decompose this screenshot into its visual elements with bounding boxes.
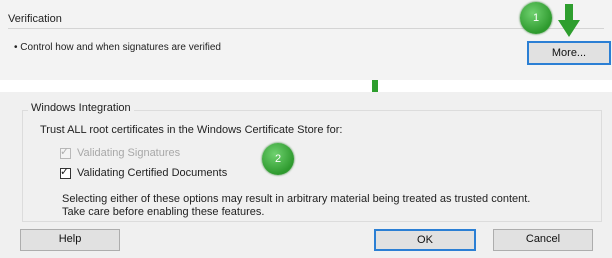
more-button[interactable]: More... <box>527 41 611 65</box>
windows-integration-title: Windows Integration <box>28 102 134 114</box>
warning-text: Selecting either of these options may re… <box>62 193 582 219</box>
validating-signatures-label: Validating Signatures <box>77 147 181 159</box>
validating-signatures-checkbox[interactable]: ✓ <box>60 145 71 159</box>
verification-title: Verification <box>8 13 62 25</box>
down-arrow-icon <box>558 4 580 37</box>
ok-button[interactable]: OK <box>374 229 476 251</box>
verification-description: • Control how and when signatures are ve… <box>14 42 221 53</box>
cancel-button[interactable]: Cancel <box>493 229 593 251</box>
check-icon: ✓ <box>60 165 70 178</box>
warning-line-1: Selecting either of these options may re… <box>62 193 531 205</box>
validating-certified-documents-checkbox[interactable]: ✓ <box>60 165 71 179</box>
trust-instruction: Trust ALL root certificates in the Windo… <box>40 124 343 136</box>
validating-certified-documents-option[interactable]: ✓ Validating Certified Documents <box>60 165 228 179</box>
step-1-badge: 1 <box>520 2 552 34</box>
help-button[interactable]: Help <box>20 229 120 251</box>
validating-certified-documents-label: Validating Certified Documents <box>77 167 228 179</box>
check-icon: ✓ <box>60 145 70 158</box>
section-divider <box>8 28 604 29</box>
step-2-badge: 2 <box>262 143 294 175</box>
validating-signatures-option[interactable]: ✓ Validating Signatures <box>60 145 181 159</box>
warning-line-2: Take care before enabling these features… <box>62 206 265 218</box>
